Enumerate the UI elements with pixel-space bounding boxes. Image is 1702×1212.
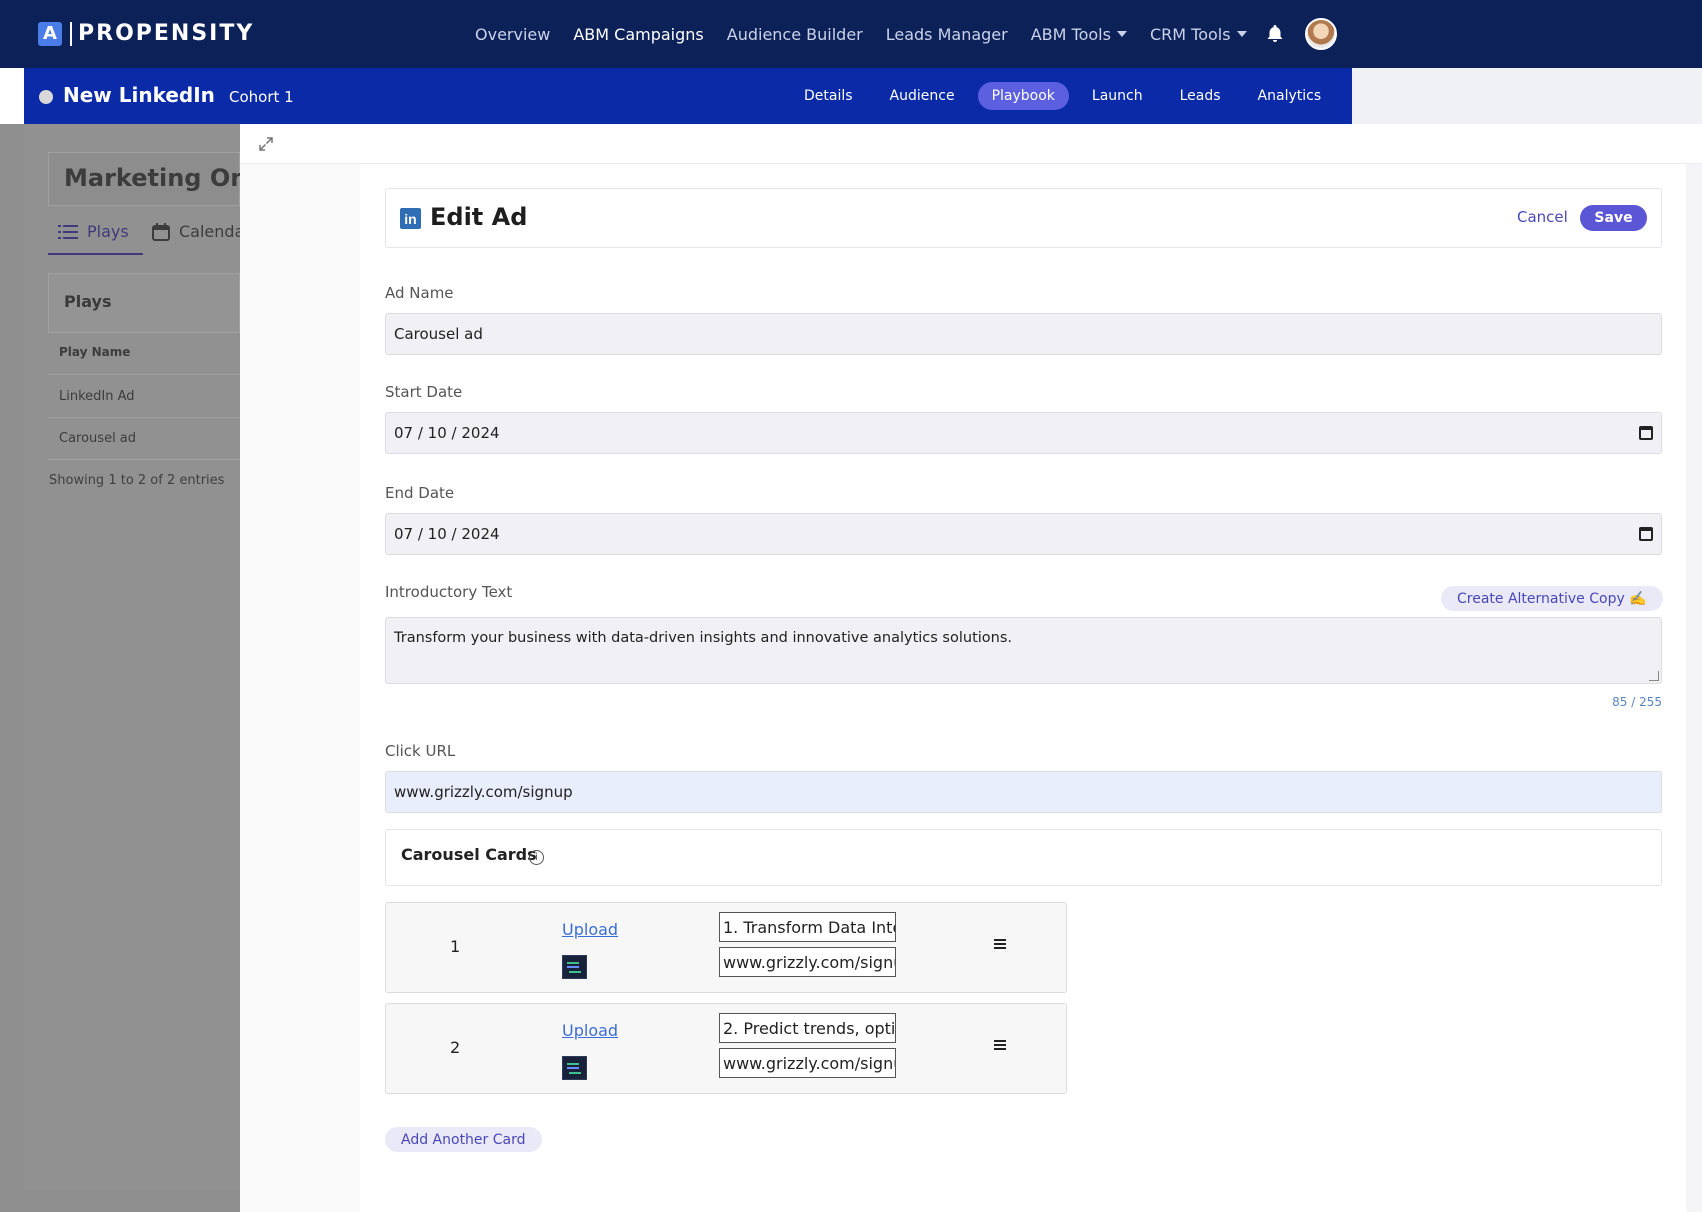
nav-abm-campaigns[interactable]: ABM Campaigns [573,25,703,44]
resize-handle-icon[interactable] [1649,671,1659,681]
card-thumbnail [562,1056,587,1080]
ad-name-label: Ad Name [385,284,454,302]
card-url-input[interactable]: www.grizzly.com/signu [719,1048,896,1078]
logo-divider [70,21,72,46]
start-date-label: Start Date [385,383,463,401]
calendar-tab-icon [152,222,170,241]
background-tab-underline [48,253,143,255]
chevron-down-icon [1236,31,1247,37]
brand-name: PROPENSITY [78,21,255,46]
brand-logo[interactable]: A PROPENSITY [38,21,254,46]
main-nav: Overview ABM Campaigns Audience Builder … [475,0,1270,68]
expand-icon[interactable] [258,136,274,152]
nav-abm-tools-label: ABM Tools [1030,24,1111,44]
end-date-value: 07 / 10 / 2024 [394,525,500,543]
calendar-icon[interactable] [1639,527,1653,541]
edit-ad-panel: in Edit Ad Cancel Save Ad Name Carousel … [240,124,1702,1212]
divider [48,417,240,418]
panel-gutter [240,164,360,1212]
background-tab-plays-label: Plays [87,222,129,241]
panel-toolbar [240,124,1702,164]
tab-details[interactable]: Details [790,82,867,110]
campaign-tabs: Details Audience Playbook Launch Leads A… [790,68,1344,124]
panel-scrollbar-track[interactable] [1686,164,1702,1212]
background-tab-calendar-label: Calenda [179,222,245,241]
background-row-linkedin-ad: LinkedIn Ad [59,389,135,404]
card-number: 1 [450,937,461,956]
end-date-input[interactable]: 07 / 10 / 2024 [385,513,1662,555]
nav-crm-tools-label: CRM Tools [1149,24,1231,44]
tab-leads[interactable]: Leads [1166,82,1235,110]
header-spacer [1352,68,1702,124]
create-alternative-copy-button[interactable]: Create Alternative Copy ✍️ [1441,586,1663,611]
campaign-title: New LinkedIn [63,83,215,107]
calendar-icon[interactable] [1639,426,1653,440]
click-url-label: Click URL [385,742,456,760]
upload-link[interactable]: Upload [562,1021,618,1040]
carousel-card: 1 Upload 1. Transform Data Into www.griz… [385,902,1067,993]
start-date-input[interactable]: 07 / 10 / 2024 [385,412,1662,454]
avatar[interactable] [1305,18,1337,50]
cancel-button[interactable]: Cancel [1517,208,1568,226]
info-icon[interactable]: i [529,850,544,865]
background-showing-entries: Showing 1 to 2 of 2 entries [49,473,225,488]
background-plays-heading: Plays [64,292,112,311]
nav-audience-builder[interactable]: Audience Builder [727,25,863,44]
start-date-value: 07 / 10 / 2024 [394,424,500,442]
drag-handle-icon[interactable] [994,1040,1006,1052]
edit-ad-header: in Edit Ad Cancel Save [385,188,1662,248]
card-url-input[interactable]: www.grizzly.com/signu [719,947,896,977]
ad-name-input[interactable]: Carousel ad [385,313,1662,355]
card-thumbnail [562,955,587,979]
nav-leads-manager[interactable]: Leads Manager [886,25,1008,44]
card-headline-input[interactable]: 2. Predict trends, optin [719,1013,896,1043]
save-button[interactable]: Save [1580,205,1647,231]
card-number: 2 [450,1038,461,1057]
tab-launch[interactable]: Launch [1078,82,1157,110]
campaign-header: New LinkedIn Cohort 1 Details Audience P… [24,68,1352,124]
nav-overview[interactable]: Overview [475,25,550,44]
upload-link[interactable]: Upload [562,920,618,939]
carousel-cards-title: Carousel Cards [401,845,537,864]
edit-ad-title: Edit Ad [430,203,528,231]
background-tab-calendar: Calenda [152,222,244,241]
click-url-input[interactable]: www.grizzly.com/signup [385,771,1662,813]
intro-text-value: Transform your business with data-driven… [394,630,1013,646]
bell-icon[interactable] [1266,24,1284,44]
chevron-down-icon [1116,31,1127,37]
divider [48,459,240,460]
tab-playbook[interactable]: Playbook [977,82,1069,110]
add-another-card-button[interactable]: Add Another Card [385,1127,542,1152]
carousel-card: 2 Upload 2. Predict trends, optin www.gr… [385,1003,1067,1094]
intro-text-label: Introductory Text [385,583,513,601]
nav-crm-tools[interactable]: CRM Tools [1150,25,1247,44]
nav-abm-tools[interactable]: ABM Tools [1031,25,1127,44]
end-date-label: End Date [385,484,455,502]
list-icon [58,224,78,239]
status-dot [39,90,53,104]
background-title: Marketing On [64,164,248,192]
card-headline-input[interactable]: 1. Transform Data Into [719,912,896,942]
intro-text-input[interactable]: Transform your business with data-driven… [385,617,1662,684]
carousel-cards-section: Carousel Cards i [385,829,1662,886]
background-column-header: Play Name [59,345,131,359]
background-tab-plays: Plays [58,222,129,241]
tab-analytics[interactable]: Analytics [1244,82,1336,110]
divider [48,374,240,375]
drag-handle-icon[interactable] [994,939,1006,951]
background-row-carousel-ad: Carousel ad [59,431,137,446]
logo-mark-icon: A [38,21,62,46]
top-navbar: A PROPENSITY Overview ABM Campaigns Audi… [0,0,1702,68]
campaign-cohort: Cohort 1 [229,88,294,106]
divider [48,332,240,333]
tab-audience[interactable]: Audience [876,82,969,110]
linkedin-icon: in [400,208,421,229]
char-count: 85 / 255 [1612,695,1662,709]
